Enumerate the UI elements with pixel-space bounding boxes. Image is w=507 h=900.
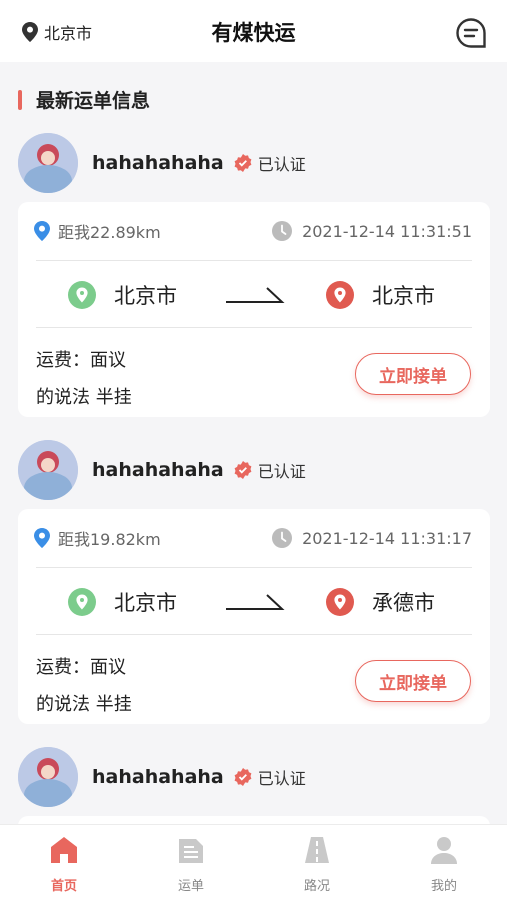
avatar[interactable]	[18, 133, 78, 193]
route-arrow-icon	[226, 594, 285, 610]
avatar-image-icon	[18, 747, 78, 807]
cargo-desc: 的说法 半挂	[36, 694, 132, 715]
origin-city-label: 北京市	[114, 284, 177, 308]
bottom-tab-bar: 首页 运单 路况 我的	[0, 824, 507, 900]
profile-icon	[431, 837, 457, 864]
distance-info: 距我19.82km	[34, 526, 161, 550]
distance-pin-icon	[34, 528, 50, 548]
app-title: 有煤快运	[211, 21, 296, 45]
origin-city: 北京市	[68, 280, 177, 310]
tab-road-conditions[interactable]: 路况	[277, 835, 357, 894]
tab-waybill[interactable]: 运单	[151, 835, 231, 894]
tab-label: 路况	[303, 879, 330, 894]
home-icon	[51, 837, 77, 863]
accept-order-button[interactable]: 立即接单	[355, 353, 471, 395]
distance-text: 距我19.82km	[58, 530, 161, 549]
verified-badge-icon	[234, 154, 252, 172]
avatar-image-icon	[18, 133, 78, 193]
destination-city: 承德市	[326, 587, 435, 617]
clock-icon	[272, 528, 293, 548]
order-user-row: hahahahaha 已认证	[18, 746, 306, 808]
avatar-image-icon	[18, 440, 78, 500]
order-card[interactable]: 距我22.89km 2021-12-14 11:31:51 北京市 北京市 运费…	[18, 202, 490, 417]
road-icon	[305, 837, 329, 863]
destination-pin-icon	[326, 588, 354, 616]
order-user-row: hahahahaha 已认证	[18, 439, 306, 501]
message-icon	[456, 18, 486, 48]
username: hahahahaha	[92, 152, 224, 174]
username: hahahahaha	[92, 459, 224, 481]
accept-order-button[interactable]: 立即接单	[355, 660, 471, 702]
section-accent-bar	[18, 89, 22, 110]
tab-label: 首页	[50, 879, 77, 894]
destination-city-label: 承德市	[372, 591, 435, 615]
distance-info: 距我22.89km	[34, 219, 161, 243]
waybill-icon	[179, 839, 203, 863]
destination-pin-icon	[326, 281, 354, 309]
tab-profile[interactable]: 我的	[404, 835, 484, 894]
avatar[interactable]	[18, 440, 78, 500]
verified-badge-icon	[234, 461, 252, 479]
tab-label: 运单	[177, 879, 204, 894]
distance-pin-icon	[34, 221, 50, 241]
time-info: 2021-12-14 11:31:17	[272, 528, 472, 548]
origin-pin-icon	[68, 588, 96, 616]
origin-city: 北京市	[68, 587, 177, 617]
verified-badge-icon	[234, 768, 252, 786]
origin-city-label: 北京市	[114, 591, 177, 615]
top-header: 北京市 有煤快运	[0, 0, 507, 62]
verified-label: 已认证	[257, 462, 306, 481]
section-title: 最新运单信息	[36, 90, 151, 112]
section-header: 最新运单信息	[18, 86, 150, 113]
username: hahahahaha	[92, 766, 224, 788]
verified-label: 已认证	[257, 769, 306, 788]
time-text: 2021-12-14 11:31:17	[302, 528, 472, 548]
avatar[interactable]	[18, 747, 78, 807]
distance-text: 距我22.89km	[58, 223, 161, 242]
destination-city-label: 北京市	[372, 284, 435, 308]
tab-home[interactable]: 首页	[24, 835, 104, 894]
time-info: 2021-12-14 11:31:51	[272, 221, 472, 241]
destination-city: 北京市	[326, 280, 435, 310]
route-arrow-icon	[226, 287, 285, 303]
message-button[interactable]	[455, 17, 487, 49]
origin-pin-icon	[68, 281, 96, 309]
time-text: 2021-12-14 11:31:51	[302, 221, 472, 241]
tab-label: 我的	[430, 879, 457, 894]
order-card[interactable]: 距我19.82km 2021-12-14 11:31:17 北京市 承德市 运费…	[18, 509, 490, 724]
route-row: 北京市 承德市	[18, 568, 490, 634]
clock-icon	[272, 221, 293, 241]
fee-text: 运费：面议	[36, 657, 126, 678]
cargo-desc: 的说法 半挂	[36, 387, 132, 408]
verified-label: 已认证	[257, 155, 306, 174]
route-row: 北京市 北京市	[18, 261, 490, 327]
fee-text: 运费：面议	[36, 350, 126, 371]
order-user-row: hahahahaha 已认证	[18, 132, 306, 194]
